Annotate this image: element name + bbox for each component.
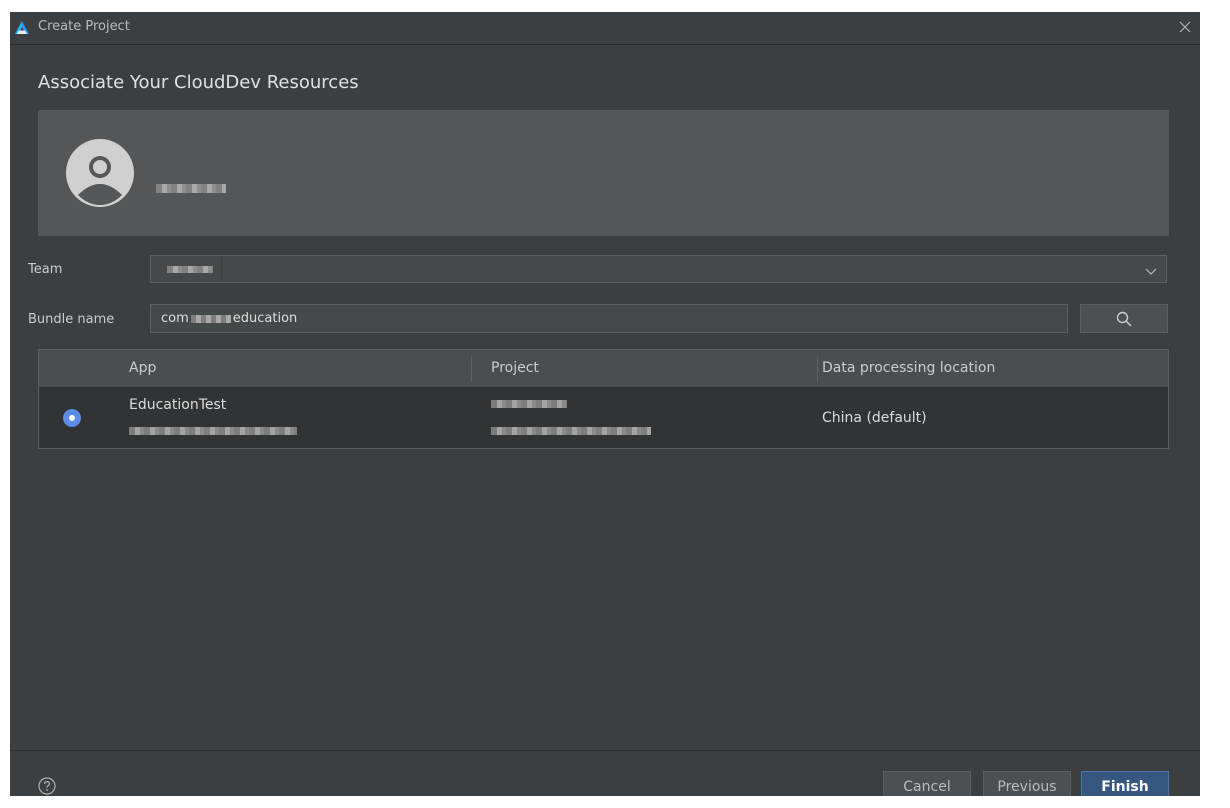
column-separator xyxy=(817,356,818,382)
close-icon[interactable] xyxy=(1176,18,1194,36)
page-title: Associate Your CloudDev Resources xyxy=(38,72,359,93)
bundle-middle-redacted xyxy=(190,314,231,323)
search-icon xyxy=(1116,311,1132,327)
dialog-footer: Cancel Previous Finish xyxy=(10,750,1200,796)
bundle-name-input[interactable]: com education xyxy=(150,304,1068,333)
create-project-dialog: Create Project Associate Your CloudDev R… xyxy=(10,12,1200,796)
column-header-app: App xyxy=(129,360,157,376)
previous-button[interactable]: Previous xyxy=(983,771,1071,796)
user-avatar-icon xyxy=(66,139,134,207)
bundle-name-label: Bundle name xyxy=(28,312,115,327)
column-header-project: Project xyxy=(491,360,539,376)
app-name: EducationTest xyxy=(129,397,227,413)
row-select-radio[interactable] xyxy=(63,409,81,427)
chevron-down-icon xyxy=(1144,263,1158,277)
team-label: Team xyxy=(28,262,63,277)
account-card xyxy=(38,110,1169,236)
data-location: China (default) xyxy=(822,410,927,426)
table-header: App Project Data processing location xyxy=(39,350,1168,387)
bundle-prefix: com xyxy=(161,311,189,326)
app-id-redacted xyxy=(129,427,297,435)
resources-table: App Project Data processing location Edu… xyxy=(38,349,1169,449)
account-name-redacted xyxy=(156,184,226,193)
window-title: Create Project xyxy=(38,19,130,34)
team-divider xyxy=(221,256,222,282)
bundle-suffix: education xyxy=(232,311,298,326)
cancel-button[interactable]: Cancel xyxy=(883,771,971,796)
finish-button[interactable]: Finish xyxy=(1081,771,1169,796)
search-button[interactable] xyxy=(1080,304,1168,333)
project-id-redacted xyxy=(491,427,651,435)
help-icon[interactable] xyxy=(38,777,56,795)
team-value-redacted xyxy=(167,266,213,273)
table-row[interactable]: EducationTest China (default) xyxy=(39,387,1168,448)
project-name-redacted xyxy=(491,400,567,408)
column-separator xyxy=(471,356,472,382)
title-bar: Create Project xyxy=(10,12,1200,45)
harmony-logo-icon xyxy=(13,19,31,37)
team-dropdown[interactable] xyxy=(150,255,1167,283)
column-header-location: Data processing location xyxy=(822,360,996,376)
